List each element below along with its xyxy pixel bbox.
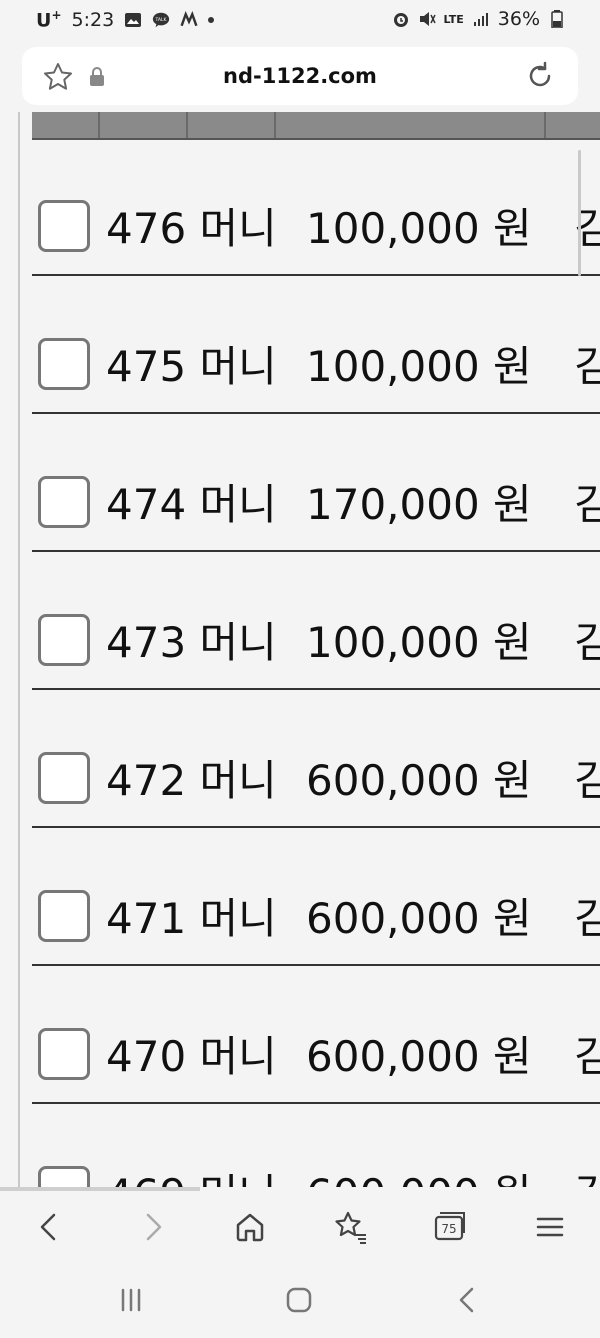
row-id: 475 머니 (106, 342, 277, 391)
row-amount: 170,000 원 (306, 480, 532, 529)
svg-text:75: 75 (441, 1222, 456, 1236)
row-name: 김 (574, 1172, 600, 1188)
row-id: 472 머니 (106, 756, 277, 805)
kakaotalk-icon: TALK (153, 12, 170, 27)
battery-percent: 36% (497, 8, 540, 30)
status-bar: U+ 5:23 TALK LTE 36% (0, 0, 600, 40)
row-name: 김 (574, 618, 600, 667)
table-row[interactable]: 473 머니 100,000 원 김 (32, 552, 600, 690)
table-row[interactable]: 471 머니 600,000 원 김 (32, 828, 600, 966)
row-checkbox[interactable] (38, 476, 90, 528)
row-name: 김 (574, 480, 600, 529)
row-checkbox[interactable] (38, 1166, 90, 1187)
menu-icon[interactable] (532, 1209, 568, 1245)
row-amount: 100,000 원 (306, 204, 532, 253)
network-type: LTE (443, 12, 464, 26)
row-checkbox[interactable] (38, 752, 90, 804)
row-amount: 600,000 원 (306, 756, 532, 805)
recent-apps-icon[interactable] (116, 1285, 146, 1315)
row-checkbox[interactable] (38, 1028, 90, 1080)
row-checkbox[interactable] (38, 200, 90, 252)
gallery-icon (125, 12, 142, 27)
forward-arrow-icon[interactable] (134, 1209, 170, 1245)
status-left: U+ 5:23 TALK (36, 8, 215, 32)
left-border (18, 112, 20, 1187)
scrollbar-thumb[interactable] (578, 150, 581, 276)
battery-icon (551, 10, 563, 28)
bookmarks-icon[interactable] (332, 1209, 368, 1245)
table-row[interactable]: 475 머니 100,000 원 김 (32, 276, 600, 414)
url-text[interactable]: nd-1122.com (22, 64, 578, 88)
system-navigation-bar (0, 1267, 600, 1338)
table-header (32, 112, 600, 140)
carrier-label: U+ (36, 8, 62, 32)
back-arrow-icon[interactable] (32, 1209, 68, 1245)
row-name: 김 (574, 342, 600, 391)
row-amount: 600,000 원 (306, 1172, 532, 1188)
browser-toolbar: 75 (0, 1187, 600, 1267)
status-right: LTE 36% (392, 8, 566, 30)
header-cell (186, 112, 276, 138)
header-cell (98, 112, 188, 138)
clock: 5:23 (71, 8, 115, 31)
table-row[interactable]: 476 머니 100,000 원 김 (32, 138, 600, 276)
row-checkbox[interactable] (38, 614, 90, 666)
table-row[interactable]: 472 머니 600,000 원 김 (32, 690, 600, 828)
row-name: 김 (574, 756, 600, 805)
signal-icon (473, 13, 488, 26)
mute-icon (419, 12, 436, 26)
address-bar[interactable]: nd-1122.com (22, 47, 578, 105)
row-amount: 100,000 원 (306, 342, 532, 391)
page-content[interactable]: 476 머니 100,000 원 김 475 머니 100,000 원 김 47… (0, 112, 600, 1187)
row-checkbox[interactable] (38, 890, 90, 942)
row-name: 김 (574, 894, 600, 943)
header-cell (274, 112, 546, 138)
row-amount: 600,000 원 (306, 894, 532, 943)
system-home-icon[interactable] (284, 1285, 314, 1315)
system-back-icon[interactable] (452, 1285, 482, 1315)
table-row[interactable]: 470 머니 600,000 원 김 (32, 966, 600, 1104)
table-row[interactable]: 474 머니 170,000 원 김 (32, 414, 600, 552)
row-name: 김 (574, 1032, 600, 1081)
alarm-icon (393, 13, 408, 27)
row-id: 471 머니 (106, 894, 277, 943)
row-id: 476 머니 (106, 204, 277, 253)
row-checkbox[interactable] (38, 338, 90, 390)
home-icon[interactable] (232, 1209, 268, 1245)
toolbar-divider (0, 1187, 200, 1191)
row-id: 469 머니 (106, 1172, 277, 1188)
row-amount: 600,000 원 (306, 1032, 532, 1081)
gmail-m-icon (180, 10, 198, 26)
row-amount: 100,000 원 (306, 618, 532, 667)
header-cell (32, 112, 100, 138)
notification-dot (208, 16, 215, 23)
row-id: 474 머니 (106, 480, 277, 529)
row-id: 473 머니 (106, 618, 277, 667)
tabs-icon[interactable]: 75 (432, 1209, 468, 1245)
row-id: 470 머니 (106, 1032, 277, 1081)
svg-text:TALK: TALK (155, 17, 168, 23)
table-row[interactable]: 469 머니 600,000 원 김 (32, 1104, 600, 1187)
reload-icon[interactable] (524, 60, 556, 92)
